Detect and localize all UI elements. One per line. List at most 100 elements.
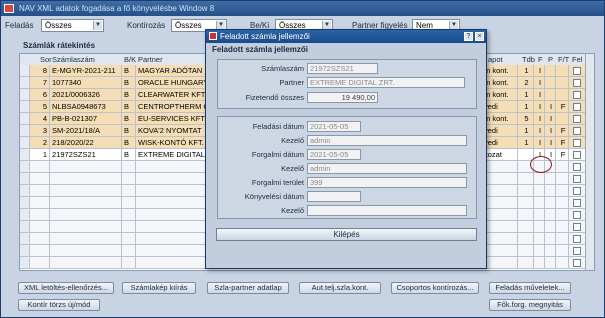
row-selector[interactable]	[20, 221, 30, 233]
row-selector[interactable]	[20, 77, 30, 89]
row-selector[interactable]	[20, 149, 30, 161]
close-icon[interactable]: ×	[475, 32, 484, 41]
fel-checkbox[interactable]	[573, 115, 581, 123]
xml-letoltes-button[interactable]: XML letöltés-ellenőrzés...	[18, 282, 114, 294]
fel-checkbox[interactable]	[573, 127, 581, 135]
fel-checkbox[interactable]	[573, 223, 581, 231]
cell-tdb: 1	[518, 65, 534, 77]
cell-f: I	[534, 113, 545, 125]
fel-checkbox[interactable]	[573, 211, 581, 219]
kilepes-button[interactable]: Kilépés	[216, 228, 477, 241]
fel-checkbox[interactable]	[573, 259, 581, 267]
row-selector[interactable]	[20, 245, 30, 257]
cell-sor	[30, 209, 50, 221]
cell-f: I	[534, 65, 545, 77]
cell-p	[545, 185, 556, 197]
cell-p	[545, 221, 556, 233]
cell-sor: 2	[30, 137, 50, 149]
fel-checkbox[interactable]	[573, 163, 581, 171]
cell-bk: B	[122, 65, 136, 77]
fel-checkbox[interactable]	[573, 139, 581, 147]
row-selector[interactable]	[20, 101, 30, 113]
cell-tdb	[518, 209, 534, 221]
cell-p: I	[545, 137, 556, 149]
cell-ft: F	[556, 101, 569, 113]
row-selector[interactable]	[20, 125, 30, 137]
fel-checkbox[interactable]	[573, 247, 581, 255]
row-selector[interactable]	[20, 89, 30, 101]
cell-sor	[30, 233, 50, 245]
fel-checkbox[interactable]	[573, 103, 581, 111]
fel-checkbox[interactable]	[573, 151, 581, 159]
col-ft: F/T	[558, 55, 570, 64]
row-selector[interactable]	[20, 173, 30, 185]
szamlakep-button[interactable]: Számlakép kiírás	[122, 282, 196, 294]
kezelo2-field: admin	[307, 163, 467, 174]
cell-allapot: m kont.	[482, 65, 518, 77]
partner-field: EXTREME DIGITAL ZRT.	[307, 77, 465, 88]
dialog-titlebar: Feladott számla jellemzői ? ×	[206, 30, 486, 43]
cell-ft	[556, 65, 569, 77]
fel-checkbox[interactable]	[573, 199, 581, 207]
forgalmi-datum1-field: 2021-05-05	[307, 149, 361, 160]
kontirozas-label: Kontírozás	[127, 21, 166, 30]
fel-checkbox[interactable]	[573, 187, 581, 195]
cell-allapot: m kont.	[482, 77, 518, 89]
cell-p	[545, 89, 556, 101]
cell-p: I	[545, 101, 556, 113]
cell-sor: 8	[30, 65, 50, 77]
grid-scrollbar[interactable]	[585, 54, 594, 270]
cell-p	[545, 209, 556, 221]
fok-forg-button[interactable]: Fők.forg. megnyitás	[489, 299, 571, 311]
chevron-down-icon[interactable]: ▼	[93, 21, 102, 30]
cell-ft	[556, 233, 569, 245]
row-selector[interactable]	[20, 197, 30, 209]
feladas-muveletek-button[interactable]: Feladás műveletek...	[489, 282, 571, 294]
cell-p	[545, 197, 556, 209]
cell-tdb: 5	[518, 113, 534, 125]
kontir-torzs-button[interactable]: Kontír törzs új/mód	[18, 299, 100, 311]
fel-checkbox[interactable]	[573, 235, 581, 243]
fel-checkbox[interactable]	[573, 175, 581, 183]
col-partner: Partner	[138, 55, 163, 64]
row-selector[interactable]	[20, 65, 30, 77]
kezelo1-label: Kezelő	[281, 136, 304, 145]
highlight-circle	[530, 156, 552, 173]
posting-info-panel: Feladási dátum 2021-05-05 Kezelő admin F…	[217, 116, 477, 219]
cell-szamlaszam	[50, 257, 122, 269]
invoice-info-panel: Számlaszám 21972SZS21 Partner EXTREME DI…	[217, 59, 477, 109]
col-allapot: apot	[488, 55, 503, 64]
fel-checkbox[interactable]	[573, 91, 581, 99]
row-selector[interactable]	[20, 137, 30, 149]
cell-p: I	[545, 125, 556, 137]
feladasi-datum-label: Feladási dátum	[252, 122, 304, 131]
cell-tdb	[518, 233, 534, 245]
fizetendo-field: 19 490,00	[307, 92, 378, 103]
row-selector[interactable]	[20, 185, 30, 197]
help-icon[interactable]: ?	[464, 32, 473, 41]
cell-ft	[556, 185, 569, 197]
csoportos-kontirozas-button[interactable]: Csoportos kontírozás...	[391, 282, 479, 294]
col-bk: B/K	[124, 55, 137, 64]
cell-p	[545, 65, 556, 77]
szla-partner-button[interactable]: Szla-partner adatlap	[207, 282, 289, 294]
row-selector[interactable]	[20, 161, 30, 173]
cell-allapot	[482, 245, 518, 257]
cell-szamlaszam: E-MGYR-2021-211	[50, 65, 122, 77]
row-selector[interactable]	[20, 209, 30, 221]
forgalmi-terulet-label: Forgalmi terület	[251, 178, 304, 187]
cell-ft: F	[556, 149, 569, 161]
partner-label: Partner	[279, 78, 304, 87]
row-selector[interactable]	[20, 113, 30, 125]
cell-tdb	[518, 257, 534, 269]
fel-checkbox[interactable]	[573, 67, 581, 75]
cell-allapot	[482, 257, 518, 269]
row-selector[interactable]	[20, 233, 30, 245]
cell-allapot	[482, 197, 518, 209]
cell-bk	[122, 185, 136, 197]
feladas-select[interactable]: Összes ▼	[41, 19, 104, 32]
cell-tdb: 1	[518, 89, 534, 101]
row-selector[interactable]	[20, 257, 30, 269]
fel-checkbox[interactable]	[573, 79, 581, 87]
aut-telj-button[interactable]: Aut.telj.szla.kont.	[299, 282, 381, 294]
